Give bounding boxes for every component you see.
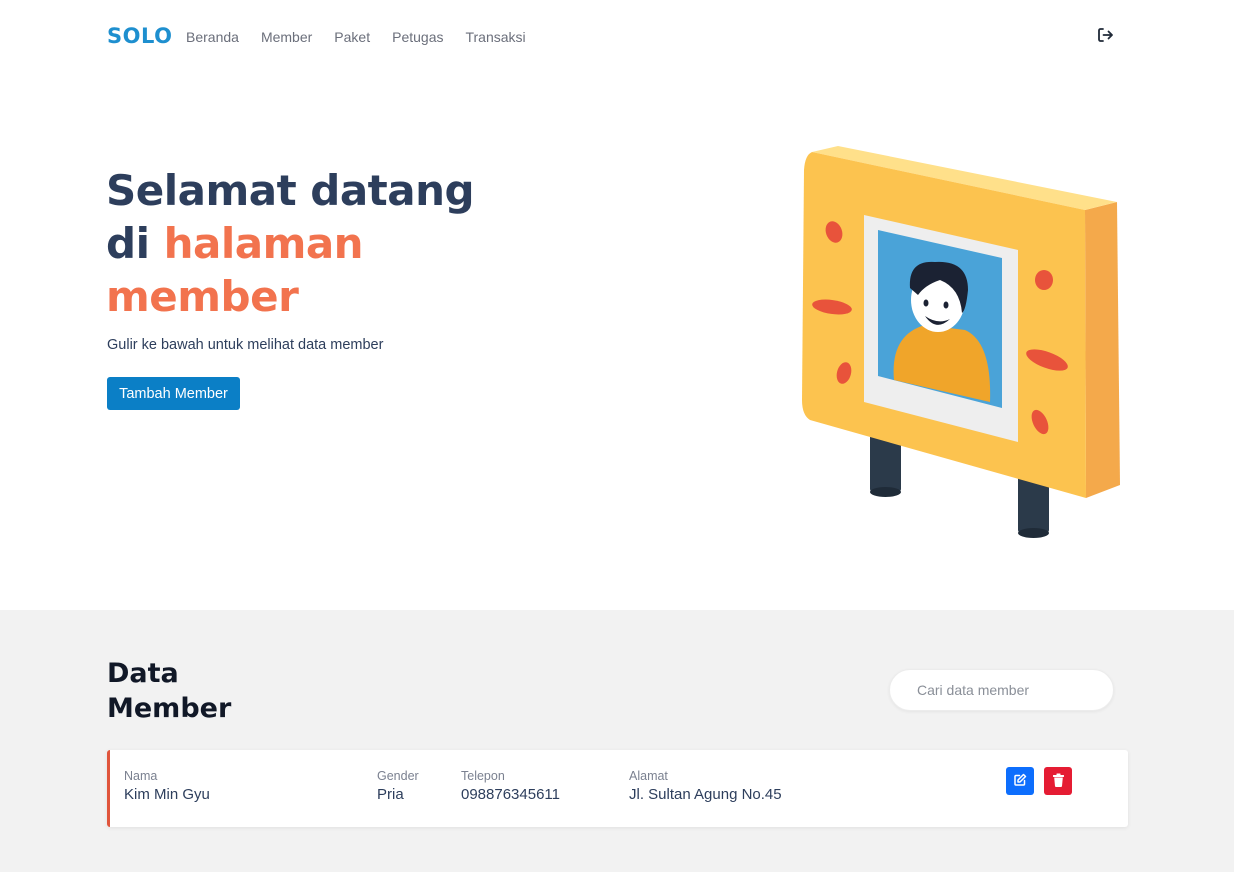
navbar: SOLO Beranda Member Paket Petugas Transa… xyxy=(0,0,1234,74)
data-member-section: Data Member Nama Kim Min Gyu Gender Pria… xyxy=(0,610,1234,872)
member-phone-field: Telepon 098876345611 xyxy=(461,769,560,803)
member-name-label: Nama xyxy=(124,769,158,783)
hero-title-accent-2: member xyxy=(106,272,299,321)
hero-title-prefix: di xyxy=(106,219,164,268)
nav-link-member[interactable]: Member xyxy=(261,29,312,45)
member-phone-label: Telepon xyxy=(461,769,505,783)
hero-title: Selamat datang di halaman member xyxy=(106,164,475,323)
member-gender-field: Gender Pria xyxy=(377,769,419,803)
hero-subtitle: Gulir ke bawah untuk melihat data member xyxy=(107,337,384,353)
data-title-line2: Member xyxy=(107,693,232,724)
member-name-value: Kim Min Gyu xyxy=(124,786,210,803)
add-member-button[interactable]: Tambah Member xyxy=(107,377,240,410)
search-member-input[interactable] xyxy=(889,669,1114,711)
member-card: Nama Kim Min Gyu Gender Pria Telepon 098… xyxy=(107,750,1128,827)
nav-link-transaksi[interactable]: Transaksi xyxy=(465,29,525,45)
nav-links: Beranda Member Paket Petugas Transaksi xyxy=(186,29,526,45)
member-name-field: Nama Kim Min Gyu xyxy=(124,769,210,803)
member-billboard-illustration xyxy=(790,130,1135,550)
brand-logo[interactable]: SOLO xyxy=(107,24,172,48)
member-address-field: Alamat Jl. Sultan Agung No.45 xyxy=(629,769,782,803)
nav-link-paket[interactable]: Paket xyxy=(334,29,370,45)
nav-link-petugas[interactable]: Petugas xyxy=(392,29,443,45)
member-phone-value: 098876345611 xyxy=(461,786,560,803)
delete-member-button[interactable] xyxy=(1044,767,1072,795)
member-address-label: Alamat xyxy=(629,769,668,783)
trash-icon xyxy=(1052,773,1065,790)
data-title-line1: Data xyxy=(107,658,179,689)
member-gender-value: Pria xyxy=(377,786,404,803)
data-member-title: Data Member xyxy=(107,656,231,726)
member-address-value: Jl. Sultan Agung No.45 xyxy=(629,786,782,803)
edit-icon xyxy=(1013,773,1027,790)
nav-link-beranda[interactable]: Beranda xyxy=(186,29,239,45)
member-gender-label: Gender xyxy=(377,769,419,783)
logout-icon[interactable] xyxy=(1096,26,1114,44)
hero-title-accent: halaman xyxy=(163,219,364,268)
hero-title-line1: Selamat datang xyxy=(106,166,475,215)
edit-member-button[interactable] xyxy=(1006,767,1034,795)
